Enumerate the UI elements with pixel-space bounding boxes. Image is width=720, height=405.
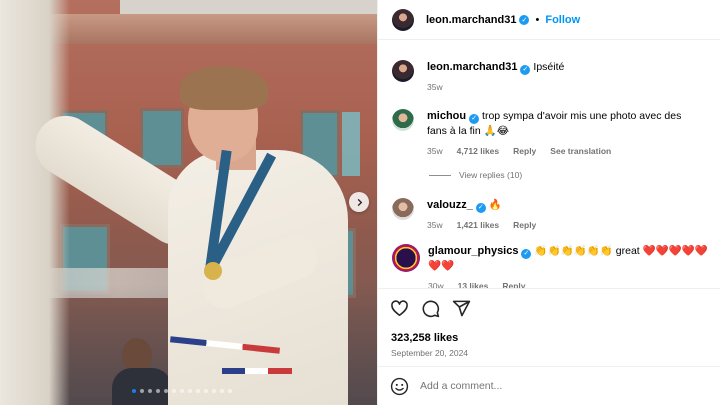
caption-time[interactable]: 35w xyxy=(427,80,443,95)
comment-likes[interactable]: 13 likes xyxy=(458,279,489,288)
commenter-avatar[interactable] xyxy=(392,244,420,272)
post-details-pane: leon.marchand31 ✓ • Follow leon.marchand… xyxy=(377,0,720,405)
verified-icon: ✓ xyxy=(519,14,530,25)
view-replies-button[interactable]: View replies (10) xyxy=(429,170,522,180)
carousel-dot[interactable] xyxy=(220,389,224,393)
reply-button[interactable]: Reply xyxy=(513,218,536,233)
caption: leon.marchand31 ✓ Ipséité 35w xyxy=(392,60,717,95)
follow-button[interactable]: Follow xyxy=(545,14,580,26)
spectator-body xyxy=(112,368,172,405)
carousel-dot[interactable] xyxy=(212,389,216,393)
view-replies-label: View replies (10) xyxy=(459,170,523,180)
building-cornice xyxy=(40,14,377,44)
gold-medal xyxy=(204,262,222,280)
commenter-avatar[interactable] xyxy=(392,109,414,131)
athlete-hair xyxy=(180,66,268,110)
post-likes-count[interactable]: 323,258 likes xyxy=(391,332,458,344)
jacket-tricolor-stripe xyxy=(222,368,292,374)
carousel-dot[interactable] xyxy=(180,389,184,393)
like-heart-icon[interactable] xyxy=(390,299,409,318)
photo-sky xyxy=(120,0,377,14)
building-window xyxy=(140,108,184,168)
carousel-dot[interactable] xyxy=(196,389,200,393)
window-shutter xyxy=(342,112,360,176)
spectator-head xyxy=(122,338,152,372)
carousel-dot[interactable] xyxy=(156,389,160,393)
author-username[interactable]: leon.marchand31 xyxy=(426,14,516,26)
comment-time[interactable]: 35w xyxy=(427,144,443,159)
comment-item: michou ✓ trop sympa d'avoir mis une photo… xyxy=(392,109,699,159)
comment-composer xyxy=(378,366,720,405)
comment-username[interactable]: valouzz_ xyxy=(427,199,473,211)
see-translation-button[interactable]: See translation xyxy=(550,144,611,159)
comment-icon[interactable] xyxy=(421,299,440,318)
reply-button[interactable]: Reply xyxy=(513,144,536,159)
comment-item: glamour_physics ✓ 👏👏👏👏👏👏 great ❤️❤️❤️❤️❤️… xyxy=(392,244,718,288)
emoji-icon[interactable] xyxy=(390,377,409,396)
blurred-foreground-arm xyxy=(0,0,70,405)
reply-button[interactable]: Reply xyxy=(502,279,525,288)
comment-time[interactable]: 35w xyxy=(427,218,443,233)
verified-icon: ✓ xyxy=(520,64,531,75)
replies-line xyxy=(429,174,451,176)
commenter-avatar[interactable] xyxy=(392,198,414,220)
verified-icon: ✓ xyxy=(475,202,486,213)
author-avatar[interactable] xyxy=(392,60,414,82)
comment-item: valouzz_ ✓ 🔥 35w 1,421 likes Reply xyxy=(392,198,699,233)
comment-likes[interactable]: 1,421 likes xyxy=(457,218,500,233)
caption-text: Ipséité xyxy=(533,61,565,73)
comments-list[interactable]: leon.marchand31 ✓ Ipséité 35w michou ✓ tro… xyxy=(378,48,720,288)
comment-likes[interactable]: 4,712 likes xyxy=(457,144,500,159)
author-avatar[interactable] xyxy=(392,8,414,31)
comment-username[interactable]: glamour_physics xyxy=(428,245,518,257)
next-slide-button[interactable] xyxy=(349,192,369,212)
comment-text: 🔥 xyxy=(488,199,502,211)
carousel-dot[interactable] xyxy=(204,389,208,393)
carousel-dot[interactable] xyxy=(164,389,168,393)
comment-input[interactable] xyxy=(420,380,680,392)
verified-icon: ✓ xyxy=(521,248,532,259)
carousel-dot[interactable] xyxy=(172,389,176,393)
carousel-dot[interactable] xyxy=(188,389,192,393)
comment-username[interactable]: michou xyxy=(427,110,466,122)
caption-username[interactable]: leon.marchand31 xyxy=(427,61,517,73)
verified-icon: ✓ xyxy=(469,113,480,124)
comment-time[interactable]: 30w xyxy=(428,279,444,288)
header-separator: • xyxy=(535,13,540,26)
carousel-dots xyxy=(132,389,232,393)
post-header: leon.marchand31 ✓ • Follow xyxy=(378,0,720,40)
share-send-icon[interactable] xyxy=(452,299,471,318)
post-date[interactable]: September 20, 2024 xyxy=(391,348,468,358)
carousel-dot[interactable] xyxy=(140,389,144,393)
chevron-right-icon xyxy=(357,198,362,206)
post-photo[interactable] xyxy=(0,0,377,405)
carousel-dot[interactable] xyxy=(148,389,152,393)
carousel-dot[interactable] xyxy=(228,389,232,393)
carousel-dot[interactable] xyxy=(132,389,136,393)
